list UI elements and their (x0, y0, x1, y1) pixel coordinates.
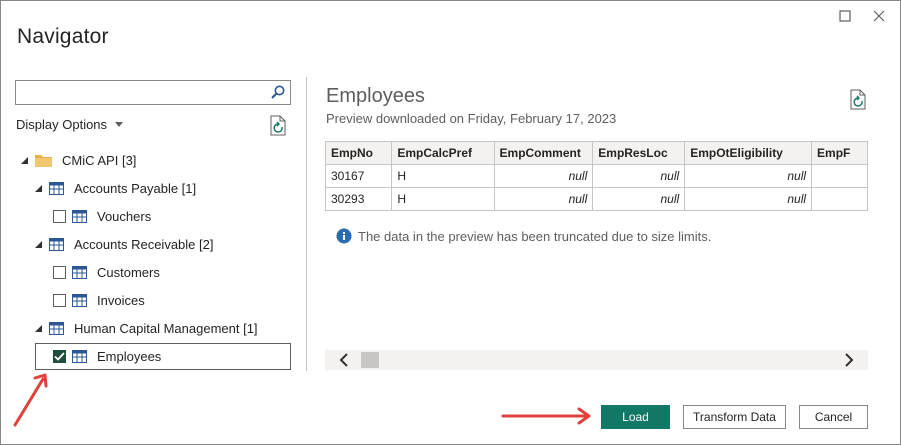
checkbox[interactable] (53, 293, 66, 307)
tree-item-label: Customers (97, 264, 160, 280)
preview-subtitle: Preview downloaded on Friday, February 1… (326, 111, 617, 126)
table-cell: H (391, 164, 495, 188)
folder-icon (35, 154, 52, 167)
search-icon[interactable] (270, 84, 286, 105)
caret-down-icon (115, 121, 124, 127)
info-icon (336, 228, 352, 244)
column-header[interactable]: EmpF (811, 141, 868, 165)
collapse-icon[interactable] (33, 324, 43, 332)
refresh-preview-icon[interactable] (849, 89, 869, 116)
table-cell: null (493, 164, 594, 188)
table-icon (72, 349, 87, 363)
table-icon (72, 209, 87, 223)
tree-item-label: Employees (97, 348, 162, 364)
cancel-button[interactable]: Cancel (799, 405, 868, 429)
scroll-right-icon[interactable] (844, 353, 854, 372)
close-button[interactable] (870, 7, 888, 25)
table-cell: null (493, 187, 594, 211)
table-cell: null (684, 187, 813, 211)
search-box[interactable] (15, 80, 291, 105)
table-cell: 30167 (325, 164, 393, 188)
grid-header-row: EmpNo EmpCalcPref EmpComment EmpResLoc E… (325, 141, 868, 165)
search-input[interactable] (16, 81, 266, 104)
transform-data-button[interactable]: Transform Data (683, 405, 786, 429)
column-header[interactable]: EmpCalcPref (391, 141, 495, 165)
collapse-icon[interactable] (33, 240, 43, 248)
table-cell: null (592, 187, 686, 211)
scrollbar-thumb[interactable] (361, 352, 379, 368)
checkbox-checked[interactable] (53, 349, 66, 363)
refresh-icon[interactable] (269, 115, 289, 142)
tree-node-root[interactable]: CMiC API [3] (19, 147, 136, 173)
tree-item-label: Invoices (97, 292, 145, 308)
tree-node-label: Accounts Receivable [2] (74, 236, 214, 252)
table-icon (49, 181, 64, 195)
table-icon (72, 293, 87, 307)
collapse-icon[interactable] (33, 184, 43, 192)
annotation-arrow-icon (13, 373, 48, 427)
checkmark-icon (54, 351, 65, 361)
tree-item-vouchers[interactable]: Vouchers (53, 203, 151, 229)
scroll-left-icon[interactable] (339, 353, 349, 372)
dialog-title: Navigator (17, 25, 109, 48)
display-options-label: Display Options (16, 117, 108, 132)
collapse-icon[interactable] (19, 156, 29, 164)
tree-node-label: CMiC API [3] (62, 152, 137, 168)
table-icon (49, 237, 64, 251)
table-row: 30167 H null null null (325, 164, 868, 188)
table-icon (72, 265, 87, 279)
column-header[interactable]: EmpNo (325, 141, 393, 165)
tree-item-invoices[interactable]: Invoices (53, 287, 145, 313)
window-controls (836, 7, 888, 25)
tree-node-accounts-payable[interactable]: Accounts Payable [1] (33, 175, 196, 201)
tree-node-human-capital-management[interactable]: Human Capital Management [1] (33, 315, 258, 341)
column-header[interactable]: EmpComment (493, 141, 594, 165)
tree-item-employees[interactable]: Employees (53, 343, 161, 369)
maximize-icon (839, 10, 851, 22)
table-cell: null (592, 164, 686, 188)
horizontal-scrollbar[interactable] (325, 350, 868, 370)
table-row: 30293 H null null null (325, 187, 868, 211)
load-button[interactable]: Load (601, 405, 670, 429)
table-icon (49, 321, 64, 335)
table-cell: 30293 (325, 187, 393, 211)
tree-node-accounts-receivable[interactable]: Accounts Receivable [2] (33, 231, 213, 257)
tree-node-label: Accounts Payable [1] (74, 180, 197, 196)
display-options-dropdown[interactable]: Display Options (16, 117, 124, 132)
column-header[interactable]: EmpOtEligibility (684, 141, 813, 165)
table-cell: H (391, 187, 495, 211)
close-icon (873, 10, 885, 22)
truncation-notice-text: The data in the preview has been truncat… (358, 228, 712, 244)
maximize-button[interactable] (836, 7, 854, 25)
checkbox[interactable] (53, 265, 66, 279)
column-header[interactable]: EmpResLoc (592, 141, 686, 165)
truncation-notice: The data in the preview has been truncat… (336, 228, 711, 244)
table-cell (811, 187, 868, 211)
tree-item-customers[interactable]: Customers (53, 259, 160, 285)
preview-grid: EmpNo EmpCalcPref EmpComment EmpResLoc E… (325, 141, 868, 213)
table-cell (811, 164, 868, 188)
preview-title: Employees (326, 85, 425, 107)
tree-item-label: Vouchers (97, 208, 152, 224)
annotation-arrow-icon (501, 407, 591, 425)
pane-splitter[interactable] (306, 77, 307, 371)
navigator-dialog: Navigator Display Options CMiC API [3] A… (0, 0, 901, 445)
checkbox[interactable] (53, 209, 66, 223)
tree-node-label: Human Capital Management [1] (74, 320, 258, 336)
table-cell: null (684, 164, 813, 188)
